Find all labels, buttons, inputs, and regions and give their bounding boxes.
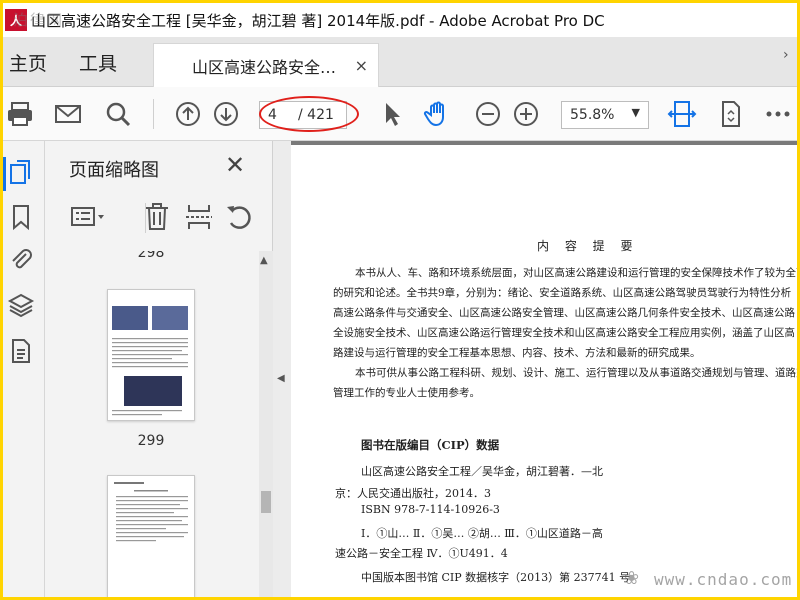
thumbnail-panel: 页面缩略图 ✕ 298 299 ▲ [45, 141, 273, 597]
prev-page-icon[interactable] [173, 99, 203, 129]
print-icon[interactable] [5, 99, 35, 129]
cip-title: 图书在版编目（CIP）数据 [361, 438, 500, 452]
page-content-icon[interactable] [7, 337, 37, 367]
acrobat-window: 人 山区高速公路安全工程 [吴华金，胡江碧 著] 2014年版.pdf - Ad… [3, 3, 797, 597]
attachment-icon[interactable] [7, 245, 37, 275]
document-view[interactable]: 内 容 提 要 本书从人、车、路和环境系统层面，对山区高速公路建设和运行管理的安… [291, 141, 797, 597]
thumbnail-content-300 [114, 482, 188, 542]
cip-line: 山区高速公路安全工程／吴华金，胡江碧著．—北 [361, 465, 603, 478]
zoom-in-icon[interactable] [511, 99, 541, 129]
thumbnail-label-299: 299 [137, 433, 165, 449]
next-page-icon[interactable] [211, 99, 241, 129]
menu-home[interactable]: 主页 [9, 49, 47, 76]
page-layout-icon[interactable] [715, 99, 745, 129]
zoom-value: 55.8% [570, 107, 615, 123]
left-navigation-rail [3, 141, 45, 597]
thumbnail-page-300[interactable] [107, 475, 195, 597]
thumbnail-content-299 [112, 306, 188, 416]
fit-width-icon[interactable] [667, 99, 697, 129]
paragraph-line: 的研究和论述。全书共9章，分别为：绪论、安全道路系统、山区高速公路驾驶员驾驶行为… [333, 287, 792, 299]
more-icon[interactable] [763, 99, 793, 129]
tab-bar: 主页 工具 山区高速公路安全… × › [3, 37, 797, 87]
menu-tools[interactable]: 工具 [79, 49, 117, 76]
active-indicator [3, 157, 6, 191]
close-tab-icon[interactable]: × [355, 56, 368, 75]
cip-line: Ⅰ．①山… Ⅱ．①吴… ②胡… Ⅲ．①山区道路－高 [361, 527, 603, 540]
rotate-icon[interactable] [223, 201, 255, 233]
panel-toolbar [65, 201, 265, 237]
panel-title: 页面缩略图 [69, 160, 159, 181]
tab-scroll-right-icon[interactable]: › [783, 47, 797, 77]
document-tab-label: 山区高速公路安全… [192, 57, 337, 77]
thumbnails-icon[interactable] [7, 159, 37, 189]
document-page: 内 容 提 要 本书从人、车、路和环境系统层面，对山区高速公路建设和运行管理的安… [291, 145, 797, 597]
site-logo-icon: ❀ [624, 568, 640, 589]
title-bar: 人 山区高速公路安全工程 [吴华金，胡江碧 著] 2014年版.pdf - Ad… [3, 3, 797, 37]
paragraph-line: 管理工作的专业人士使用参考。 [333, 387, 480, 399]
watermark-top: 泊律网 [13, 11, 65, 29]
thumbnail-page-299[interactable] [107, 289, 195, 421]
extract-icon[interactable] [183, 201, 215, 233]
panel-collapse-handle[interactable]: ◀ [273, 141, 291, 597]
red-highlight-annotation [259, 96, 359, 132]
chevron-down-icon: ▼ [631, 106, 640, 119]
cip-line: 中国版本图书馆 CIP 数据核字（2013）第 237741 号 [361, 571, 631, 584]
paragraph-line: 全设施安全技术、山区高速公路运行管理安全技术和山区高速公路安全工程应用实例，涵盖… [333, 327, 795, 339]
page-heading: 内 容 提 要 [537, 239, 639, 253]
thumbnail-label-298: 298 [137, 251, 165, 261]
toolbar-divider [153, 99, 154, 129]
cip-line: ISBN 978-7-114-10926-3 [361, 503, 500, 516]
bookmark-icon[interactable] [7, 203, 37, 233]
cip-line: 速公路－安全工程 Ⅳ．①U491．4 [335, 547, 508, 560]
watermark-bottom: www.cndao.com [654, 570, 793, 589]
hand-tool-icon[interactable] [423, 99, 453, 129]
layers-icon[interactable] [7, 291, 37, 321]
scroll-up-icon[interactable]: ▲ [260, 255, 268, 266]
options-icon[interactable] [69, 201, 104, 233]
delete-icon[interactable] [141, 201, 173, 233]
paragraph-line: 本书从人、车、路和环境系统层面，对山区高速公路建设和运行管理的安全保障技术作了较… [355, 267, 797, 279]
cip-line: 京：人民交通出版社，2014．3 [335, 487, 491, 500]
window-title: 山区高速公路安全工程 [吴华金，胡江碧 著] 2014年版.pdf - Adob… [31, 11, 605, 30]
zoom-dropdown[interactable]: 55.8% ▼ [561, 101, 649, 129]
paragraph-line: 本书可供从事公路工程科研、规划、设计、施工、运行管理以及从事道路交通规划与管理、… [355, 367, 797, 379]
thumbnail-scrollbar[interactable]: ▲ [259, 251, 273, 597]
zoom-out-icon[interactable] [473, 99, 503, 129]
email-icon[interactable] [53, 99, 83, 129]
scrollbar-thumb[interactable] [261, 491, 271, 513]
close-panel-icon[interactable]: ✕ [225, 151, 245, 179]
select-cursor-icon[interactable] [377, 99, 407, 129]
thumbnail-list: 298 299 [45, 251, 259, 597]
paragraph-line: 高速公路条件与交通安全、山区高速公路安全管理、山区高速公路几何条件安全技术、山区… [333, 307, 795, 319]
toolbar: 4 / 421 55.8% ▼ [3, 87, 797, 141]
document-tab[interactable]: 山区高速公路安全… × [153, 43, 379, 87]
collapse-arrow-icon[interactable]: ◀ [277, 373, 285, 384]
paragraph-line: 路建设与运行管理的安全工程基本思想、内容、技术、方法和最新的研究成果。 [333, 347, 701, 359]
search-icon[interactable] [103, 99, 133, 129]
